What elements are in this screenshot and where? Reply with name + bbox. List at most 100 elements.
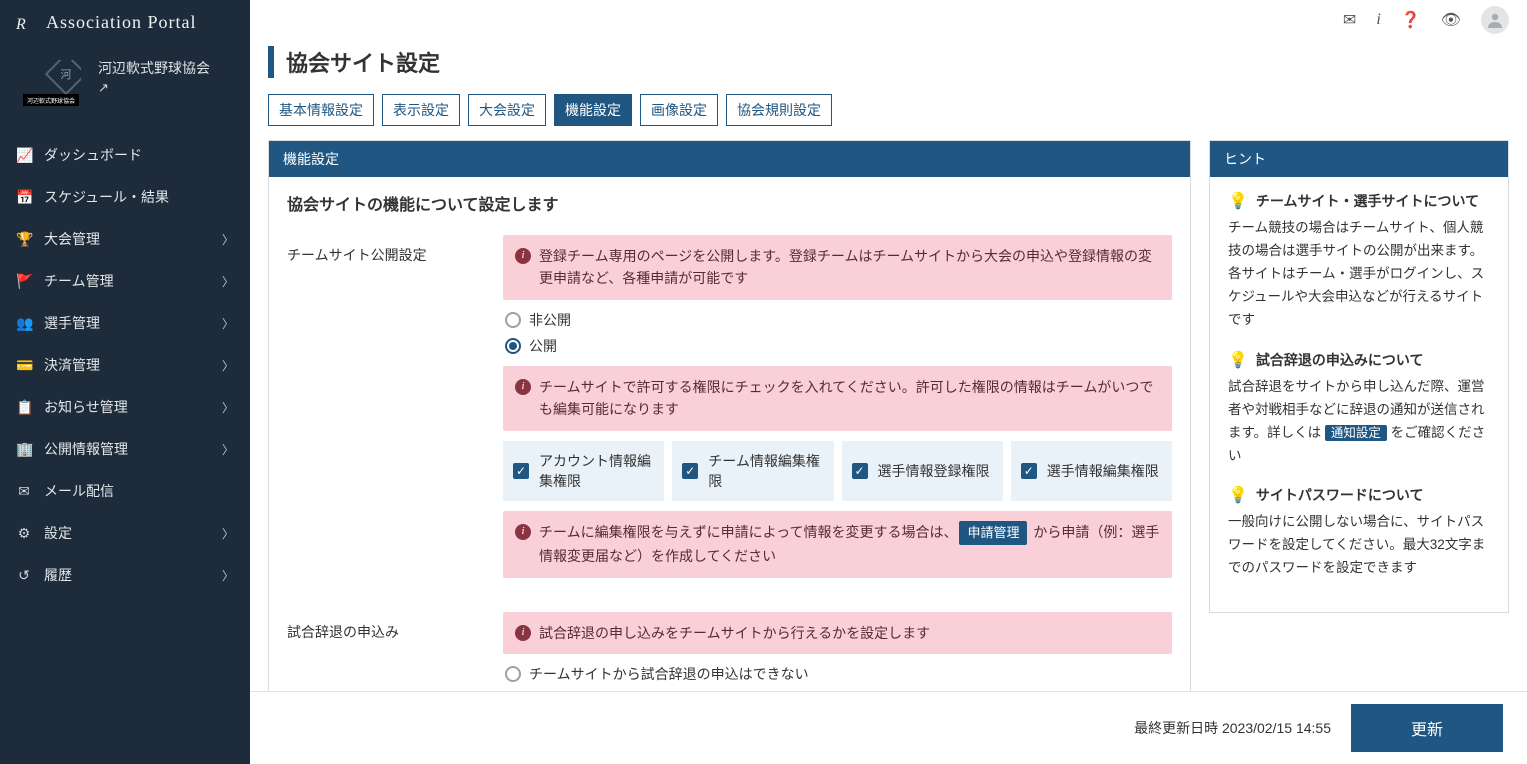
help-icon[interactable]: ❓ — [1401, 10, 1421, 30]
team-site-radio-1[interactable]: 公開 — [505, 336, 1172, 356]
tab-5[interactable]: 協会規則設定 — [726, 94, 832, 126]
svg-text:R: R — [16, 16, 27, 33]
info-circle-icon: i — [515, 248, 531, 264]
info-icon[interactable]: i — [1376, 11, 1380, 29]
sidebar-item-label: メール配信 — [44, 481, 114, 501]
hints-panel: ヒント 💡チームサイト・選手サイトについてチーム競技の場合はチームサイト、個人競… — [1209, 140, 1509, 613]
sidebar-item-label: スケジュール・結果 — [44, 187, 169, 207]
tab-3[interactable]: 機能設定 — [554, 94, 632, 126]
team-site-note-1: i 登録チーム専用のページを公開します。登録チームはチームサイトから大会の申込や… — [503, 235, 1172, 300]
sidebar-item-10[interactable]: ↺ 履歴 〉 — [0, 554, 250, 596]
setting-withdrawal-label: 試合辞退の申込み — [287, 612, 487, 652]
sidebar-item-label: 選手管理 — [44, 313, 100, 333]
permission-checkbox-0[interactable]: ✓アカウント情報編集権限 — [503, 441, 664, 501]
topbar: ✉ i ❓ 👁 — [250, 0, 1527, 40]
tab-2[interactable]: 大会設定 — [468, 94, 546, 126]
withdrawal-radio-0[interactable]: チームサイトから試合辞退の申込はできない — [505, 664, 1172, 684]
sidebar-item-2[interactable]: 🏆大会管理〉 — [0, 218, 250, 260]
lightbulb-icon: 💡 — [1228, 350, 1248, 370]
team-site-note-2-text: チームサイトで許可する権限にチェックを入れてください。許可した権限の情報はチーム… — [539, 376, 1160, 421]
footer-updated: 最終更新日時 2023/02/15 14:55 — [1134, 718, 1331, 738]
avatar[interactable] — [1481, 6, 1509, 34]
sidebar-item-3[interactable]: 🚩 チーム管理 〉 — [0, 260, 250, 302]
permission-checkbox-3[interactable]: ✓選手情報編集権限 — [1011, 441, 1172, 501]
hint-title: チームサイト・選手サイトについて — [1256, 191, 1479, 211]
org-block: 河 河辺軟式野球協会 河辺軟式野球協会 ↗ — [0, 45, 250, 128]
org-name: 河辺軟式野球協会 — [98, 57, 210, 79]
sidebar-item-5[interactable]: 💳決済管理〉 — [0, 344, 250, 386]
hint-text: 試合辞退をサイトから申し込んだ際、運営者や対戦相手などに辞退の通知が送信されます… — [1228, 376, 1490, 468]
permission-checkbox-1[interactable]: ✓ チーム情報編集権限 — [672, 441, 833, 501]
hint-inline-link[interactable]: 通知設定 — [1325, 425, 1387, 441]
sidebar-item-6[interactable]: 📋 お知らせ管理 〉 — [0, 386, 250, 428]
mail-icon[interactable]: ✉ — [1343, 10, 1356, 30]
sidebar-item-7[interactable]: 🏢公開情報管理〉 — [0, 428, 250, 470]
tab-0[interactable]: 基本情報設定 — [268, 94, 374, 126]
submit-button[interactable]: 更新 — [1351, 704, 1503, 752]
chevron-right-icon: 〉 — [222, 315, 234, 332]
info-circle-icon: i — [515, 625, 531, 641]
sidebar: R Association Portal 河 河辺軟式野球協会 河辺軟式野球協会… — [0, 0, 250, 764]
nav-icon: ↺ — [16, 567, 32, 584]
nav-icon: ✉ — [16, 483, 32, 500]
hint-2: 💡サイトパスワードについて一般向けに公開しない場合に、サイトパスワードを設定して… — [1228, 485, 1490, 580]
brand-title: Association Portal — [46, 12, 197, 33]
chevron-right-icon: 〉 — [222, 567, 234, 584]
nav-icon: 👥 — [16, 315, 32, 332]
team-site-note-3: i チームに編集権限を与えずに申請によって情報を変更する場合は、申請管理 から申… — [503, 511, 1172, 578]
nav-icon: 🚩 — [16, 273, 32, 290]
hint-1: 💡 試合辞退の申込みについて試合辞退をサイトから申し込んだ際、運営者や対戦相手など… — [1228, 350, 1490, 468]
chevron-right-icon: 〉 — [222, 525, 234, 542]
sidebar-item-label: ダッシュボード — [44, 145, 142, 165]
tab-1[interactable]: 表示設定 — [382, 94, 460, 126]
chevron-right-icon: 〉 — [222, 441, 234, 458]
sidebar-item-label: 設定 — [44, 523, 72, 543]
sidebar-item-label: 公開情報管理 — [44, 439, 128, 459]
checkbox-icon: ✓ — [852, 463, 868, 479]
nav-icon: 🏆 — [16, 231, 32, 248]
checkbox-label: 選手情報登録権限 — [878, 461, 990, 481]
hint-text: 一般向けに公開しない場合に、サイトパスワードを設定してください。最大32文字まで… — [1228, 511, 1490, 580]
sidebar-item-8[interactable]: ✉ メール配信 — [0, 470, 250, 512]
radio-icon — [505, 666, 521, 682]
preview-icon[interactable]: 👁 — [1441, 10, 1461, 30]
sidebar-item-9[interactable]: ⚙ 設定 〉 — [0, 512, 250, 554]
nav-icon: 📋 — [16, 399, 32, 416]
radio-label: チームサイトから試合辞退の申込はできない — [529, 664, 809, 684]
chevron-right-icon: 〉 — [222, 273, 234, 290]
permission-checkbox-2[interactable]: ✓ 選手情報登録権限 — [842, 441, 1003, 501]
lightbulb-icon: 💡 — [1228, 485, 1248, 505]
radio-label: 非公開 — [529, 310, 571, 330]
chevron-right-icon: 〉 — [222, 231, 234, 248]
svg-text:河辺軟式野球協会: 河辺軟式野球協会 — [27, 97, 75, 105]
sidebar-item-1[interactable]: 📅スケジュール・結果 — [0, 176, 250, 218]
checkbox-label: 選手情報編集権限 — [1047, 461, 1159, 481]
sidebar-item-label: お知らせ管理 — [44, 397, 128, 417]
settings-panel: 機能設定 協会サイトの機能について設定します チームサイト公開設定 i 登録チー… — [268, 140, 1191, 691]
info-circle-icon: i — [515, 524, 531, 540]
brand-logo-icon: R — [16, 13, 36, 33]
application-mgmt-link[interactable]: 申請管理 — [959, 521, 1027, 546]
radio-label: 公開 — [529, 336, 557, 356]
sidebar-item-4[interactable]: 👥 選手管理 〉 — [0, 302, 250, 344]
withdrawal-note-text: 試合辞退の申し込みをチームサイトから行えるかを設定します — [539, 622, 930, 644]
tab-4[interactable]: 画像設定 — [640, 94, 718, 126]
page-title-row: 協会サイト設定 — [268, 46, 1509, 78]
footer: 最終更新日時 2023/02/15 14:55 更新 — [250, 691, 1527, 764]
sidebar-item-0[interactable]: 📈ダッシュボード — [0, 134, 250, 176]
chevron-right-icon: 〉 — [222, 399, 234, 416]
radio-icon — [505, 338, 521, 354]
lightbulb-icon: 💡 — [1228, 191, 1248, 211]
sidebar-item-label: 履歴 — [44, 565, 72, 585]
checkbox-label: アカウント情報編集権限 — [539, 451, 654, 491]
sidebar-item-label: チーム管理 — [44, 271, 114, 291]
checkbox-label: チーム情報編集権限 — [708, 451, 823, 491]
team-site-radio-0[interactable]: 非公開 — [505, 310, 1172, 330]
nav-icon: ⚙ — [16, 525, 32, 542]
info-circle-icon: i — [515, 379, 531, 395]
nav-icon: 💳 — [16, 357, 32, 374]
panel-header: 機能設定 — [269, 141, 1190, 177]
external-link-icon[interactable]: ↗ — [98, 80, 109, 95]
hint-title: 試合辞退の申込みについて — [1256, 350, 1424, 370]
checkbox-icon: ✓ — [682, 463, 698, 479]
